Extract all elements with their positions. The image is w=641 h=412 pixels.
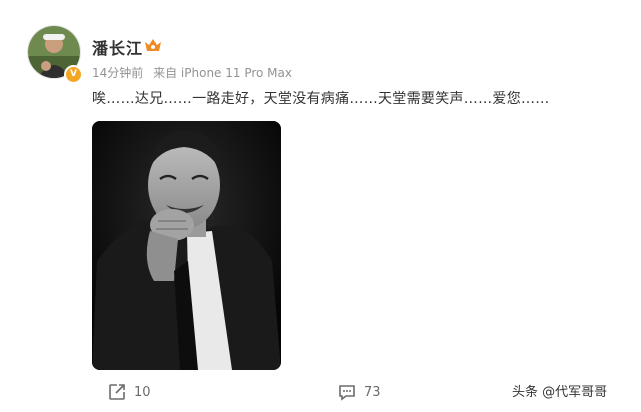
- comment-button[interactable]: 73: [338, 383, 381, 401]
- vip-crown-icon[interactable]: [144, 37, 162, 53]
- share-button[interactable]: 10: [108, 383, 151, 401]
- post-text: 唉……达兄……一路走好，天堂没有病痛……天堂需要笑声……爱您……: [92, 91, 550, 107]
- comment-count: 73: [364, 384, 381, 400]
- verified-badge-icon: V: [64, 65, 83, 84]
- watermark: 头条 @代军哥哥: [512, 385, 608, 400]
- post-photo[interactable]: [92, 121, 281, 370]
- share-icon: [109, 384, 125, 400]
- author-name[interactable]: 潘长江: [92, 35, 143, 59]
- post-meta: 14分钟前 来自 iPhone 11 Pro Max: [92, 64, 298, 81]
- share-count: 10: [134, 384, 151, 400]
- comment-icon: [339, 385, 355, 401]
- post-time[interactable]: 14分钟前: [92, 66, 143, 80]
- post-source: 来自 iPhone 11 Pro Max: [153, 66, 292, 80]
